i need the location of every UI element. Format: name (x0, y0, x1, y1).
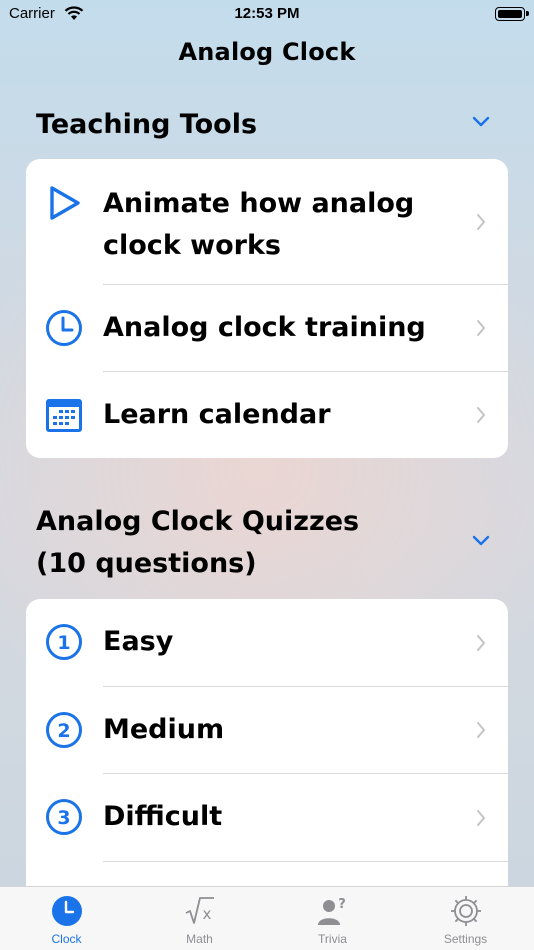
row-label: Medium (103, 714, 225, 745)
teaching-tools-card: Animate how analog clock works Analog cl… (26, 159, 508, 458)
chevron-right-icon (477, 214, 485, 230)
tab-clock[interactable]: Clock (0, 887, 133, 950)
tab-label: Math (186, 932, 213, 946)
tab-label: Settings (443, 932, 488, 946)
row-animate-clock[interactable]: Animate how analog clock works (26, 159, 508, 284)
svg-text:3: 3 (57, 807, 70, 829)
chevron-right-icon (477, 810, 485, 826)
number-3-circle-icon: 3 (46, 799, 82, 835)
play-icon (50, 186, 80, 220)
row-label: Animate how analog clock works (103, 188, 415, 261)
row-quiz-difficult[interactable]: 3 Difficult (26, 774, 508, 861)
number-1-circle-icon: 1 (46, 624, 82, 660)
svg-text:x: x (202, 905, 211, 923)
row-quiz-medium[interactable]: 2 Medium (26, 687, 508, 773)
person-question-icon: ? (317, 897, 346, 925)
section-header-teaching-tools: Teaching Tools (36, 109, 258, 140)
chevron-right-icon (477, 722, 485, 738)
page-title: Analog Clock (178, 38, 356, 66)
row-quiz-easy[interactable]: 1 Easy (26, 599, 508, 686)
tab-bar: Clock x Math ? Trivia Settings (0, 886, 534, 950)
clock-tab-icon (51, 896, 82, 926)
svg-text:?: ? (338, 897, 346, 912)
chevron-down-icon[interactable] (472, 535, 490, 547)
svg-text:2: 2 (57, 720, 70, 742)
row-learn-calendar[interactable]: Learn calendar (26, 372, 508, 458)
battery-icon (495, 7, 529, 21)
chevron-right-icon (477, 635, 485, 651)
chevron-down-icon[interactable] (472, 116, 490, 128)
tab-label: Trivia (318, 932, 347, 946)
row-analog-clock-training[interactable]: Analog clock training (26, 285, 508, 371)
status-time: 12:53 PM (234, 5, 300, 22)
chevron-right-icon (477, 407, 485, 423)
tab-settings[interactable]: Settings (399, 887, 532, 950)
svg-text:1: 1 (57, 632, 70, 654)
quizzes-card: 1 Easy 2 Medium 3 Difficult (26, 599, 508, 919)
clock-icon (46, 310, 82, 346)
row-label: Analog clock training (103, 312, 426, 343)
row-label: Easy (103, 626, 174, 657)
row-separator (103, 861, 508, 862)
tab-label: Clock (51, 932, 82, 946)
calendar-icon (46, 399, 82, 432)
tab-math[interactable]: x Math (133, 887, 266, 950)
section-header-analog-clock-quizzes: Analog Clock Quizzes (10 questions) (36, 506, 360, 579)
square-root-icon: x (185, 897, 214, 924)
chevron-right-icon (477, 320, 485, 336)
tab-trivia[interactable]: ? Trivia (266, 887, 399, 950)
number-2-circle-icon: 2 (46, 712, 82, 748)
gear-icon (450, 896, 481, 926)
status-bar: Carrier 12:53 PM (0, 0, 534, 30)
row-label: Learn calendar (103, 399, 331, 430)
row-label: Difficult (103, 801, 223, 832)
